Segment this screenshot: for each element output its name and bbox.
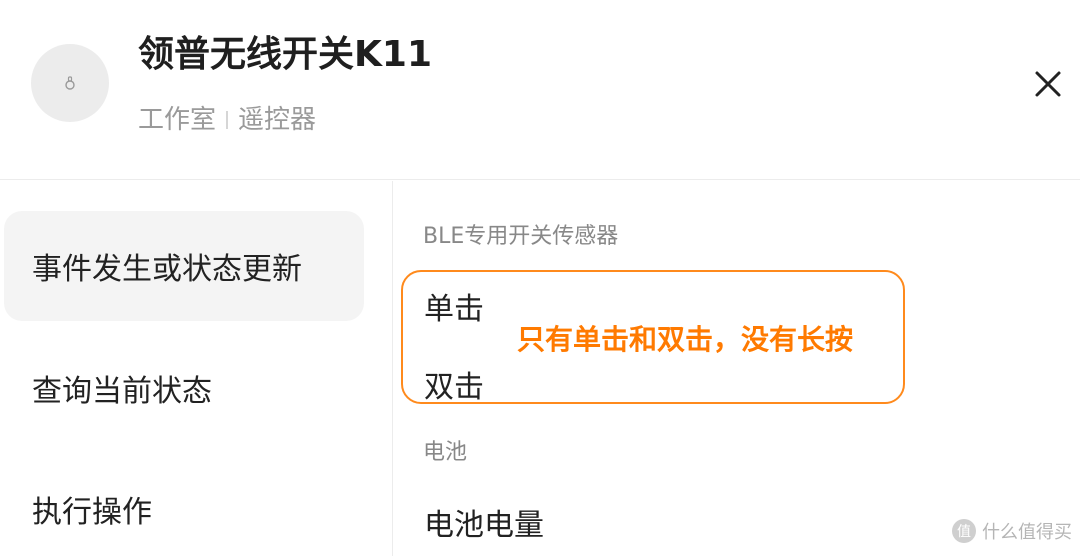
device-type: 遥控器 xyxy=(238,105,317,135)
device-subtitle: 工作室 遥控器 xyxy=(138,100,316,140)
option-single-click[interactable]: 单击 xyxy=(424,284,484,328)
section-title-battery: 电池 xyxy=(423,440,468,465)
menu-item-event-update[interactable]: 事件发生或状态更新 xyxy=(4,211,364,321)
device-room: 工作室 xyxy=(138,105,217,135)
option-double-click[interactable]: 双击 xyxy=(424,362,484,406)
menu-item-query-state[interactable]: 查询当前状态 xyxy=(4,333,364,443)
menu-item-label: 查询当前状态 xyxy=(32,374,212,409)
close-button[interactable] xyxy=(1028,64,1068,104)
device-header: 领普无线开关K11 工作室 遥控器 xyxy=(0,0,1080,180)
close-icon xyxy=(1035,71,1061,97)
annotation-text: 只有单击和双击，没有长按 xyxy=(517,323,854,356)
watermark-logo-icon: 值 xyxy=(952,519,976,543)
option-battery-level[interactable]: 电池电量 xyxy=(424,500,544,544)
watermark: 值 什么值得买 xyxy=(952,518,1072,544)
category-menu: 事件发生或状态更新 查询当前状态 执行操作 xyxy=(0,181,393,556)
watermark-text: 什么值得买 xyxy=(982,522,1072,543)
section-title-ble-sensor: BLE专用开关传感器 xyxy=(423,224,619,249)
menu-item-label: 执行操作 xyxy=(32,495,152,530)
device-avatar xyxy=(31,44,109,122)
menu-item-label: 事件发生或状态更新 xyxy=(32,252,302,287)
screen: 领普无线开关K11 工作室 遥控器 事件发生或状态更新 查询当前状态 执行操作 … xyxy=(0,0,1080,556)
subtitle-separator xyxy=(226,111,229,129)
menu-item-execute-action[interactable]: 执行操作 xyxy=(4,454,364,556)
device-name: 领普无线开关K11 xyxy=(138,34,432,75)
remote-device-icon xyxy=(65,76,75,90)
